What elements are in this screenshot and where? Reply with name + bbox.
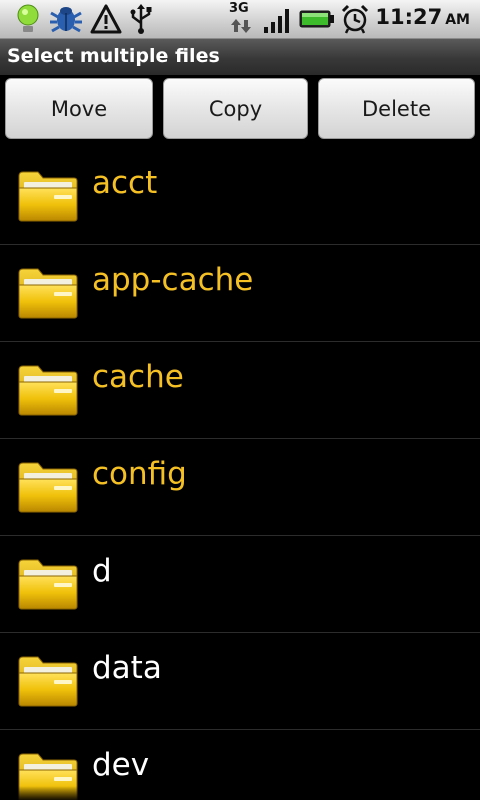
file-list-item[interactable]: d <box>0 536 480 633</box>
file-list-item[interactable]: acct <box>0 148 480 245</box>
battery-icon <box>299 10 334 28</box>
file-list-item[interactable]: dev <box>0 730 480 800</box>
folder-icon <box>18 559 78 610</box>
signal-icon <box>264 9 289 33</box>
notification-light-icon <box>17 4 39 32</box>
delete-button[interactable]: Delete <box>318 78 475 139</box>
folder-icon <box>18 365 78 416</box>
network-label: 3G <box>229 1 249 16</box>
file-name: dev <box>92 747 150 783</box>
status-clock: 11:27 AM <box>375 5 470 29</box>
file-name: app-cache <box>92 262 254 298</box>
file-list-item[interactable]: cache <box>0 342 480 439</box>
page-title: Select multiple files <box>7 45 220 67</box>
clock-ampm: AM <box>445 12 470 28</box>
clock-time: 11:27 <box>375 5 443 29</box>
folder-icon <box>18 268 78 319</box>
file-list-item[interactable]: app-cache <box>0 245 480 342</box>
folder-icon <box>18 171 78 222</box>
usb-icon <box>130 4 152 34</box>
file-list-item[interactable]: config <box>0 439 480 536</box>
folder-icon <box>18 656 78 707</box>
alarm-icon <box>341 4 369 34</box>
file-list: acct app-cache cache config d data dev <box>0 148 480 800</box>
folder-icon <box>18 462 78 513</box>
move-button[interactable]: Move <box>5 78 153 139</box>
action-button-strip: Move Copy Delete <box>0 75 480 143</box>
copy-button[interactable]: Copy <box>163 78 308 139</box>
screen: 3G 11:27 AM Select multiple files Move C… <box>0 0 480 800</box>
file-list-item[interactable]: data <box>0 633 480 730</box>
folder-icon <box>18 753 78 800</box>
file-name: d <box>92 553 112 589</box>
status-bar: 3G 11:27 AM <box>0 0 480 39</box>
network-3g-icon: 3G <box>228 1 252 35</box>
bug-icon <box>50 7 82 33</box>
file-name: config <box>92 456 187 492</box>
warning-icon <box>90 4 122 34</box>
file-name: cache <box>92 359 184 395</box>
file-name: acct <box>92 165 158 201</box>
title-bar: Select multiple files <box>0 39 480 76</box>
file-name: data <box>92 650 162 686</box>
data-arrows-icon <box>231 19 251 33</box>
